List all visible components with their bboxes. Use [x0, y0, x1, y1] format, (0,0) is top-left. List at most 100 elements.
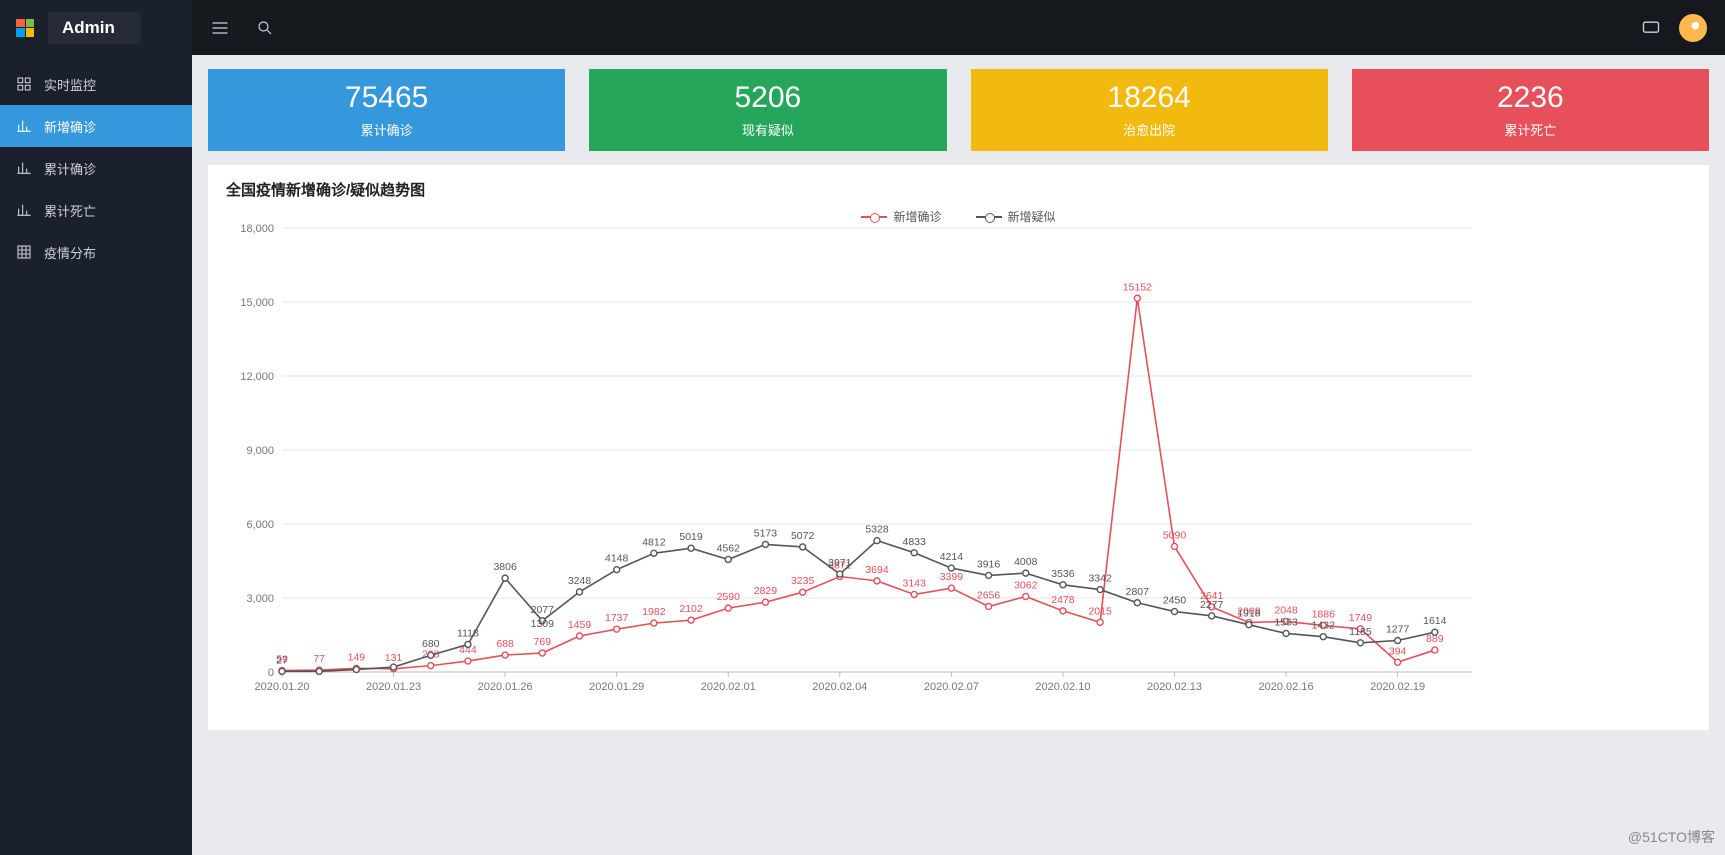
monitor-icon	[16, 76, 32, 92]
stat-label: 累计死亡	[1504, 120, 1556, 139]
brand-title: Admin	[48, 12, 141, 44]
svg-text:769: 769	[534, 636, 552, 648]
svg-text:1918: 1918	[1237, 608, 1261, 620]
svg-text:3248: 3248	[568, 575, 592, 587]
avatar[interactable]	[1679, 14, 1707, 42]
grid-icon	[16, 244, 32, 260]
svg-text:1309: 1309	[531, 618, 555, 630]
menu-toggle-icon[interactable]	[210, 18, 230, 38]
legend-label: 新增确诊	[893, 208, 941, 225]
svg-text:2450: 2450	[1163, 595, 1187, 607]
messages-icon[interactable]	[1641, 18, 1661, 38]
svg-text:2020.01.20: 2020.01.20	[254, 681, 309, 693]
svg-text:2020.02.19: 2020.02.19	[1370, 681, 1425, 693]
search-icon[interactable]	[256, 19, 274, 37]
svg-text:1749: 1749	[1349, 612, 1373, 624]
logo-icon	[16, 19, 34, 37]
sidebar-item-0[interactable]: 实时监控	[0, 63, 192, 105]
bar-chart-icon	[16, 202, 32, 218]
svg-text:2020.02.13: 2020.02.13	[1147, 681, 1202, 693]
svg-text:15152: 15152	[1123, 281, 1152, 293]
sidebar-item-3[interactable]: 累计死亡	[0, 189, 192, 231]
svg-text:1277: 1277	[1386, 624, 1410, 636]
svg-text:2478: 2478	[1051, 594, 1075, 606]
svg-text:3971: 3971	[828, 557, 852, 569]
content: 75465累计确诊5206现有疑似18264治愈出院2236累计死亡 全国疫情新…	[192, 55, 1725, 855]
svg-text:2020.02.01: 2020.02.01	[701, 681, 756, 693]
svg-text:1982: 1982	[642, 606, 666, 618]
stat-value: 5206	[735, 81, 802, 114]
legend-label: 新增疑似	[1008, 208, 1056, 225]
stat-card-3: 2236 累计死亡	[1352, 69, 1709, 151]
svg-text:2020.01.23: 2020.01.23	[366, 681, 421, 693]
svg-text:688: 688	[496, 638, 514, 650]
chart-wrap: 新增确诊新增疑似 03,0006,0009,00012,00015,00018,…	[222, 202, 1695, 722]
svg-text:2020.01.26: 2020.01.26	[478, 681, 533, 693]
stat-row: 75465累计确诊5206现有疑似18264治愈出院2236累计死亡	[208, 69, 1709, 151]
svg-text:3399: 3399	[940, 571, 964, 583]
svg-text:2020.02.16: 2020.02.16	[1259, 681, 1314, 693]
legend-item[interactable]: 新增疑似	[976, 208, 1056, 225]
legend-marker-icon	[976, 212, 1002, 222]
svg-text:0: 0	[268, 667, 274, 679]
svg-text:12,000: 12,000	[240, 371, 274, 383]
stat-label: 现有疑似	[742, 120, 794, 139]
legend-marker-icon	[861, 212, 887, 222]
svg-text:4148: 4148	[605, 553, 629, 565]
sidebar: Admin 实时监控新增确诊累计确诊累计死亡疫情分布	[0, 0, 192, 855]
sidebar-item-label: 实时监控	[44, 75, 96, 94]
svg-text:3806: 3806	[493, 561, 517, 573]
svg-text:1737: 1737	[605, 612, 629, 624]
sidebar-item-label: 累计确诊	[44, 159, 96, 178]
sidebar-item-1[interactable]: 新增确诊	[0, 105, 192, 147]
svg-text:4812: 4812	[642, 536, 666, 548]
svg-text:2590: 2590	[717, 591, 741, 603]
svg-text:1459: 1459	[568, 619, 592, 631]
svg-text:3536: 3536	[1051, 568, 1075, 580]
stat-value: 2236	[1497, 81, 1564, 114]
bar-chart-icon	[16, 118, 32, 134]
svg-text:1886: 1886	[1312, 608, 1336, 620]
svg-text:4008: 4008	[1014, 556, 1038, 568]
svg-text:394: 394	[1389, 645, 1407, 657]
sidebar-item-2[interactable]: 累计确诊	[0, 147, 192, 189]
svg-text:3062: 3062	[1014, 579, 1038, 591]
svg-text:1563: 1563	[1274, 616, 1298, 628]
svg-text:4214: 4214	[940, 551, 964, 563]
svg-text:2829: 2829	[754, 585, 778, 597]
svg-text:3235: 3235	[791, 575, 815, 587]
chart-legend: 新增确诊 新增疑似	[222, 208, 1695, 225]
top-header	[192, 0, 1725, 55]
svg-text:2048: 2048	[1274, 604, 1298, 616]
logo-bar: Admin	[0, 0, 192, 55]
legend-item[interactable]: 新增确诊	[861, 208, 941, 225]
svg-text:27: 27	[276, 654, 288, 666]
svg-text:3143: 3143	[903, 577, 927, 589]
sidebar-item-label: 新增确诊	[44, 117, 96, 136]
svg-text:2277: 2277	[1200, 599, 1224, 611]
svg-text:5173: 5173	[754, 527, 778, 539]
stat-value: 75465	[345, 81, 428, 114]
svg-text:5019: 5019	[679, 531, 703, 543]
svg-text:3916: 3916	[977, 558, 1001, 570]
svg-text:2015: 2015	[1088, 605, 1112, 617]
sidebar-item-4[interactable]: 疫情分布	[0, 231, 192, 273]
svg-text:680: 680	[422, 638, 440, 650]
svg-text:1118: 1118	[457, 627, 479, 639]
svg-text:15,000: 15,000	[240, 297, 274, 309]
svg-text:6,000: 6,000	[246, 519, 274, 531]
svg-text:3342: 3342	[1088, 573, 1112, 585]
chart-title: 全国疫情新增确诊/疑似趋势图	[226, 179, 1695, 200]
stat-card-0: 75465 累计确诊	[208, 69, 565, 151]
svg-text:3,000: 3,000	[246, 593, 274, 605]
svg-text:5072: 5072	[791, 530, 815, 542]
svg-text:2077: 2077	[531, 604, 555, 616]
svg-text:2020.02.04: 2020.02.04	[812, 681, 867, 693]
stat-label: 累计确诊	[361, 120, 413, 139]
svg-text:2807: 2807	[1126, 586, 1150, 598]
svg-text:149: 149	[348, 651, 366, 663]
svg-text:9,000: 9,000	[246, 445, 274, 457]
stat-value: 18264	[1107, 81, 1190, 114]
svg-text:2020.02.10: 2020.02.10	[1035, 681, 1090, 693]
sidebar-item-label: 疫情分布	[44, 243, 96, 262]
